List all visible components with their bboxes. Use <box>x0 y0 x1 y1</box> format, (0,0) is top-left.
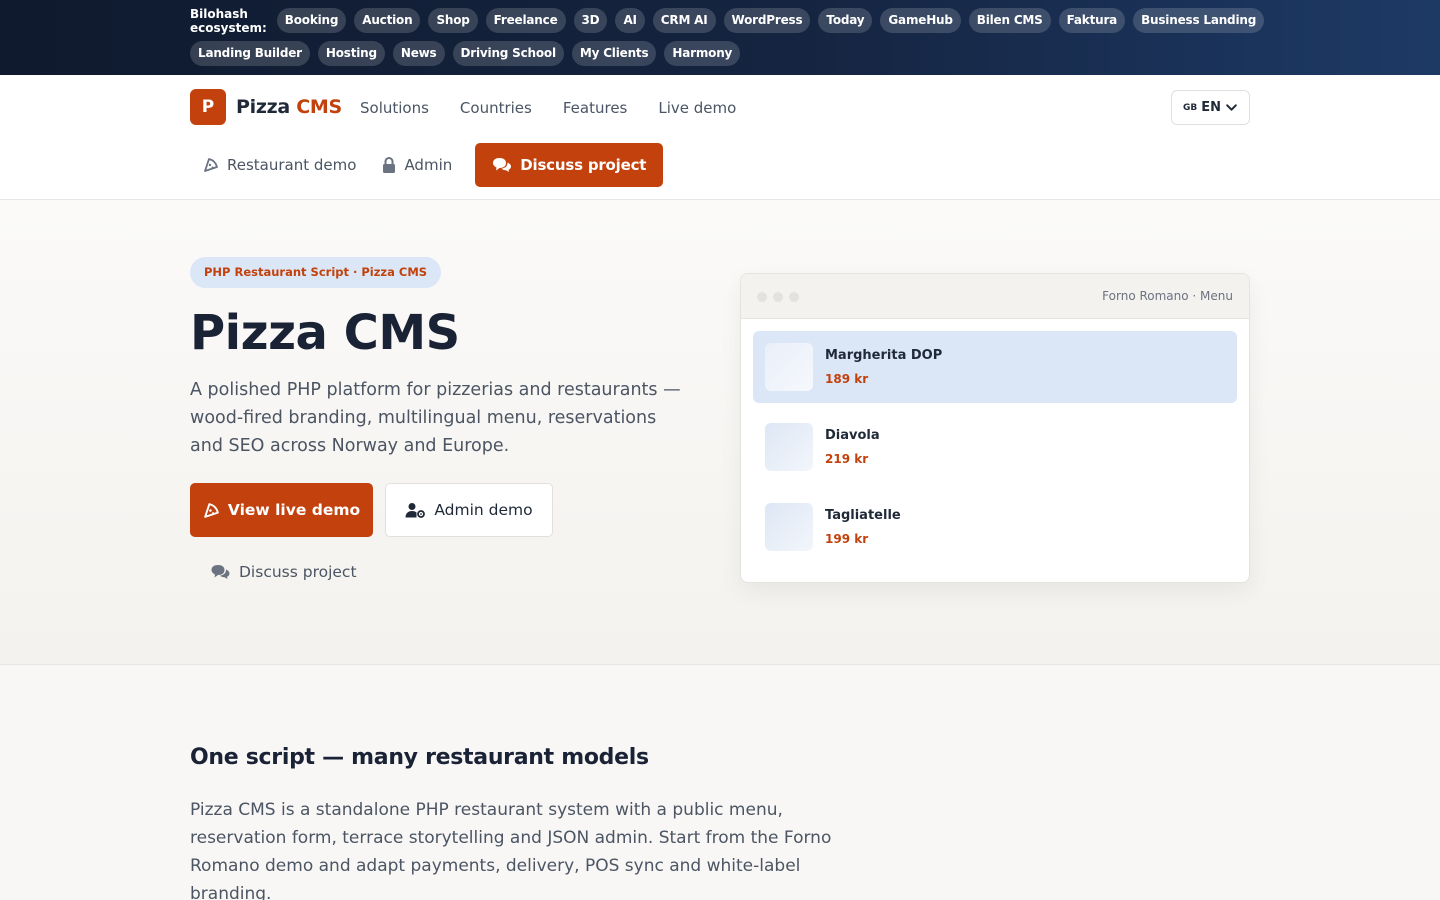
menu-item-price: 189 kr <box>825 372 869 386</box>
ecosystem-link-freelance[interactable]: Freelance <box>485 8 566 33</box>
menu-item-price: 199 kr <box>825 532 869 546</box>
ecosystem-link-shop[interactable]: Shop <box>428 8 478 33</box>
admin-demo-button[interactable]: Admin demo <box>385 483 553 537</box>
lock-icon <box>382 157 396 173</box>
nav-solutions[interactable]: Solutions <box>360 99 429 117</box>
main-nav: Solutions Countries Features Live demo <box>360 99 736 117</box>
ecosystem-link-booking[interactable]: Booking <box>276 8 347 33</box>
ecosystem-link-harmony[interactable]: Harmony <box>664 41 741 66</box>
brand-logo[interactable]: P Pizza CMS <box>190 89 342 125</box>
nav-features[interactable]: Features <box>563 99 628 117</box>
ecosystem-link-bilen-cms[interactable]: Bilen CMS <box>968 8 1051 33</box>
menu-item-thumbnail <box>765 423 813 471</box>
hero-badge: PHP Restaurant Script · Pizza CMS <box>190 257 442 288</box>
comments-icon <box>492 157 512 173</box>
menu-item-name: Tagliatelle <box>825 508 901 523</box>
chevron-down-icon <box>1225 101 1238 114</box>
restaurant-demo-link[interactable]: Restaurant demo <box>190 144 369 187</box>
hero-lead: A polished PHP platform for pizzerias an… <box>190 380 681 456</box>
menu-card-header: Forno Romano · Menu <box>741 274 1249 319</box>
ecosystem-link-business-landing[interactable]: Business Landing <box>1133 8 1265 33</box>
language-selector[interactable]: GB EN <box>1171 90 1250 125</box>
site-header: P Pizza CMS Solutions Countries Features… <box>0 75 1440 200</box>
discuss-project-button[interactable]: Discuss project <box>475 143 664 187</box>
menu-item-price: 219 kr <box>825 452 869 466</box>
ecosystem-row-2: Landing Builder Hosting News Driving Sch… <box>190 41 1250 66</box>
ecosystem-link-news[interactable]: News <box>392 41 445 66</box>
ecosystem-title: Bilohash ecosystem: <box>190 6 267 35</box>
flag-gb-icon: GB <box>1182 102 1198 113</box>
ecosystem-link-my-clients[interactable]: My Clients <box>571 41 657 66</box>
ecosystem-link-today[interactable]: Today <box>818 8 873 33</box>
view-live-demo-button[interactable]: View live demo <box>190 483 373 537</box>
admin-link[interactable]: Admin <box>369 144 465 187</box>
discuss-project-label: Discuss project <box>520 156 647 174</box>
logo-mark: P <box>190 89 226 125</box>
brand-name: Pizza CMS <box>236 96 342 118</box>
brand-name-main: Pizza <box>236 96 290 118</box>
view-live-demo-label: View live demo <box>227 501 361 519</box>
section-body: Pizza CMS is a standalone PHP restaurant… <box>190 800 832 900</box>
user-gear-icon <box>405 502 426 518</box>
ecosystem-link-gamehub[interactable]: GameHub <box>880 8 961 33</box>
hero-title: Pizza CMS <box>190 305 460 361</box>
ecosystem-link-faktura[interactable]: Faktura <box>1058 8 1126 33</box>
nav-live-demo[interactable]: Live demo <box>658 99 736 117</box>
menu-item-thumbnail <box>765 343 813 391</box>
restaurant-demo-label: Restaurant demo <box>227 156 357 174</box>
admin-demo-label: Admin demo <box>434 501 533 519</box>
menu-item[interactable]: Margherita DOP 189 kr <box>753 331 1237 403</box>
comments-icon <box>210 564 231 580</box>
header-actions: Restaurant demo Admin Discuss project <box>190 143 664 187</box>
models-section: One script — many restaurant models Pizz… <box>0 665 1440 900</box>
menu-item-name: Margherita DOP <box>825 348 943 363</box>
brand-name-accent: CMS <box>296 96 342 118</box>
pizza-icon <box>203 157 219 173</box>
ecosystem-bar: Bilohash ecosystem: Booking Auction Shop… <box>0 0 1440 75</box>
section-heading: One script — many restaurant models <box>190 745 649 770</box>
ecosystem-link-driving-school[interactable]: Driving School <box>452 41 564 66</box>
ecosystem-link-wordpress[interactable]: WordPress <box>723 8 811 33</box>
ecosystem-link-crm-ai[interactable]: CRM AI <box>652 8 716 33</box>
ecosystem-row-1: Bilohash ecosystem: Booking Auction Shop… <box>190 6 1265 35</box>
ecosystem-link-ai[interactable]: AI <box>615 8 645 33</box>
menu-list: Margherita DOP 189 kr Diavola 219 kr Tag… <box>741 319 1249 563</box>
menu-preview-card: Forno Romano · Menu Margherita DOP 189 k… <box>740 273 1250 583</box>
menu-item[interactable]: Diavola 219 kr <box>753 411 1237 483</box>
ecosystem-link-3d[interactable]: 3D <box>573 8 608 33</box>
nav-countries[interactable]: Countries <box>460 99 532 117</box>
menu-card-title: Forno Romano · Menu <box>1102 289 1233 303</box>
ecosystem-link-hosting[interactable]: Hosting <box>317 41 385 66</box>
menu-item[interactable]: Tagliatelle 199 kr <box>753 491 1237 563</box>
menu-item-name: Diavola <box>825 428 880 443</box>
pizza-icon <box>203 502 220 519</box>
ecosystem-link-auction[interactable]: Auction <box>354 8 421 33</box>
hero-section: PHP Restaurant Script · Pizza CMS Pizza … <box>0 200 1440 665</box>
discuss-project-link-label: Discuss project <box>239 563 357 581</box>
ecosystem-link-landing-builder[interactable]: Landing Builder <box>190 41 310 66</box>
menu-item-thumbnail <box>765 503 813 551</box>
discuss-project-link[interactable]: Discuss project <box>210 563 357 581</box>
language-code: EN <box>1201 100 1221 115</box>
window-dots <box>757 292 799 302</box>
admin-label: Admin <box>404 156 453 174</box>
